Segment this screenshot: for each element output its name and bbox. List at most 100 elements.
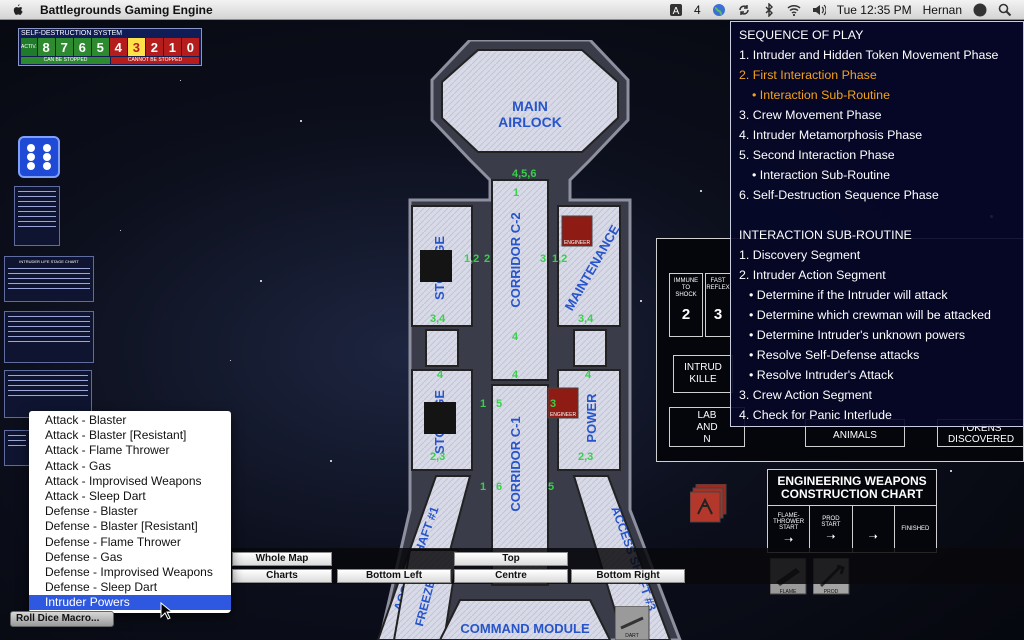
menu-item[interactable]: Defense - Blaster [Resistant] — [29, 519, 231, 534]
spotlight-search-icon[interactable] — [998, 3, 1012, 17]
bottom-right-button[interactable]: Bottom Right — [571, 569, 685, 583]
cannot-stop-label: CANNOT BE STOPPED — [111, 57, 199, 64]
menu-item-selected[interactable]: Intruder Powers — [29, 595, 231, 611]
sd-box-3-marker[interactable]: 3 — [127, 38, 145, 56]
menu-bar: Battlegrounds Gaming Engine A 4 Tue 12:3… — [0, 0, 1024, 20]
conn-n4b: 4 — [437, 369, 444, 381]
menu-item[interactable]: Attack - Flame Thrower — [29, 443, 231, 458]
menu-item[interactable]: Defense - Blaster — [29, 504, 231, 519]
chart-thumbnail-1[interactable] — [14, 186, 60, 246]
hidden-token-upper — [420, 250, 452, 282]
sequence-item: 1. Intruder and Hidden Token Movement Ph… — [739, 48, 999, 62]
svg-text:FLAME: FLAME — [780, 589, 797, 595]
volume-icon[interactable] — [812, 3, 827, 17]
conn-n12: 1,2 — [464, 253, 479, 265]
weapon-token-dart[interactable]: DART — [615, 606, 651, 640]
svg-text:A: A — [673, 6, 680, 17]
sequence-subitem: • Interaction Sub-Routine — [752, 168, 890, 182]
intruder-token-stack[interactable] — [690, 484, 730, 524]
clock[interactable]: Tue 12:35 PM — [837, 3, 912, 17]
conn-n12b: 1,2 — [552, 253, 567, 265]
apple-icon[interactable] — [10, 3, 24, 17]
finished-cell[interactable]: FINISHED — [895, 506, 936, 552]
flame-thrower-start-cell[interactable]: FLAME- THROWER START ➝ — [768, 506, 811, 552]
engineering-chart-title: ENGINEERING WEAPONS CONSTRUCTION CHART — [768, 470, 936, 506]
chart-thumbnail-5[interactable] — [4, 430, 30, 466]
menu-item[interactable]: Defense - Sleep Dart — [29, 580, 231, 595]
conn-n1b: 1 — [480, 398, 486, 410]
menu-item[interactable]: Attack - Sleep Dart — [29, 489, 231, 504]
immune-value: 2 — [681, 306, 691, 323]
subroutine-item: 3. Crew Action Segment — [739, 388, 872, 402]
sequence-item: 6. Self-Destruction Sequence Phase — [739, 188, 939, 202]
storage-connector — [425, 329, 459, 367]
conn-n5: 5 — [496, 398, 502, 410]
subroutine-item: 1. Discovery Segment — [739, 248, 861, 262]
charts-button[interactable]: Charts — [232, 569, 332, 583]
menu-item[interactable]: Attack - Blaster [Resistant] — [29, 428, 231, 443]
subroutine-item: 2. Intruder Action Segment — [739, 268, 886, 282]
menu-item[interactable]: Defense - Gas — [29, 550, 231, 565]
menu-item[interactable]: Attack - Improvised Weapons — [29, 474, 231, 489]
menu-item[interactable]: Attack - Blaster — [29, 413, 231, 428]
sd-box-5[interactable]: 5 — [91, 38, 109, 56]
fast-reflex-value: 3 — [713, 306, 723, 323]
top-button[interactable]: Top — [454, 552, 568, 566]
engineering-weapons-chart: ENGINEERING WEAPONS CONSTRUCTION CHART FL… — [767, 469, 937, 553]
engineer-token-upper-label: ENGINEER — [564, 240, 591, 246]
interaction-subroutine-title: INTERACTION SUB-ROUTINE — [739, 228, 912, 242]
sd-box-7[interactable]: 7 — [55, 38, 73, 56]
chart-thumbnail-3[interactable] — [4, 311, 94, 363]
conn-top: 4,5,6 — [512, 168, 536, 180]
roll-dice-macro-button[interactable]: Roll Dice Macro... — [10, 611, 114, 627]
intruders-killed-cell: INTRUD KILLE — [673, 355, 733, 393]
main-airlock-label: MAIN — [512, 98, 548, 114]
prod-start-cell[interactable]: PROD START ➝ — [810, 506, 853, 552]
menu-item[interactable]: Defense - Flame Thrower — [29, 535, 231, 550]
dice-macro-menu: Attack - Blaster Attack - Blaster [Resis… — [29, 411, 231, 613]
menu-item[interactable]: Attack - Gas — [29, 459, 231, 474]
conn-n5b: 5 — [548, 481, 554, 493]
menu-item[interactable]: Defense - Improvised Weapons — [29, 565, 231, 580]
hidden-token-lower — [424, 402, 456, 434]
user-avatar-icon[interactable] — [973, 3, 987, 17]
status-count: 4 — [694, 2, 701, 17]
bottom-left-button[interactable]: Bottom Left — [337, 569, 451, 583]
sd-box-8[interactable]: 8 — [37, 38, 55, 56]
corridor-c2-label: CORRIDOR C-2 — [508, 212, 523, 307]
user-name[interactable]: Hernan — [923, 3, 962, 17]
sequence-item: 4. Intruder Metamorphosis Phase — [739, 128, 923, 142]
conn-n1: 1 — [513, 187, 519, 199]
immune-to-shock-cell: IMMUNE TO SHOCK 2 — [669, 273, 703, 337]
activate-label: ACTIV. — [21, 38, 37, 56]
conn-n1c: 1 — [480, 481, 486, 493]
power-label: POWER — [584, 393, 599, 443]
globe-icon[interactable] — [712, 3, 726, 17]
sd-box-0[interactable]: 0 — [181, 38, 199, 56]
conn-n4a: 4 — [512, 331, 519, 343]
text-a-icon[interactable]: A — [669, 3, 683, 17]
sd-box-6[interactable]: 6 — [73, 38, 91, 56]
whole-map-button[interactable]: Whole Map — [232, 552, 332, 566]
conn-n3b: 3 — [550, 398, 556, 410]
dice-six-icon[interactable] — [18, 136, 60, 178]
self-destruct-track: SELF-DESTRUCTION SYSTEM ACTIV. 8 7 6 5 4… — [18, 28, 202, 66]
middle-cell[interactable]: ➝ — [853, 506, 895, 552]
intruder-life-stage-chart-thumbnail[interactable]: INTRUDER LIFE STAGE CHART — [4, 256, 94, 302]
arrow-right-icon: ➝ — [826, 530, 836, 543]
main-airlock-label-2: AIRLOCK — [498, 114, 562, 130]
svg-text:DART: DART — [625, 633, 639, 639]
bluetooth-icon[interactable] — [762, 1, 776, 18]
conn-n34b: 3,4 — [578, 313, 594, 325]
zoom-toolbar: Whole Map Charts Top Bottom Left Centre … — [230, 548, 1024, 584]
sd-box-2[interactable]: 2 — [145, 38, 163, 56]
centre-button[interactable]: Centre — [454, 569, 568, 583]
svg-text:PROD: PROD — [824, 589, 839, 595]
sd-box-1[interactable]: 1 — [163, 38, 181, 56]
sync-icon[interactable] — [737, 3, 751, 17]
sequence-item-current: 2. First Interaction Phase — [739, 68, 877, 82]
command-module-label: COMMAND MODULE — [460, 621, 590, 636]
sd-box-4[interactable]: 4 — [109, 38, 127, 56]
wifi-icon[interactable] — [787, 3, 801, 17]
app-title[interactable]: Battlegrounds Gaming Engine — [40, 3, 213, 17]
